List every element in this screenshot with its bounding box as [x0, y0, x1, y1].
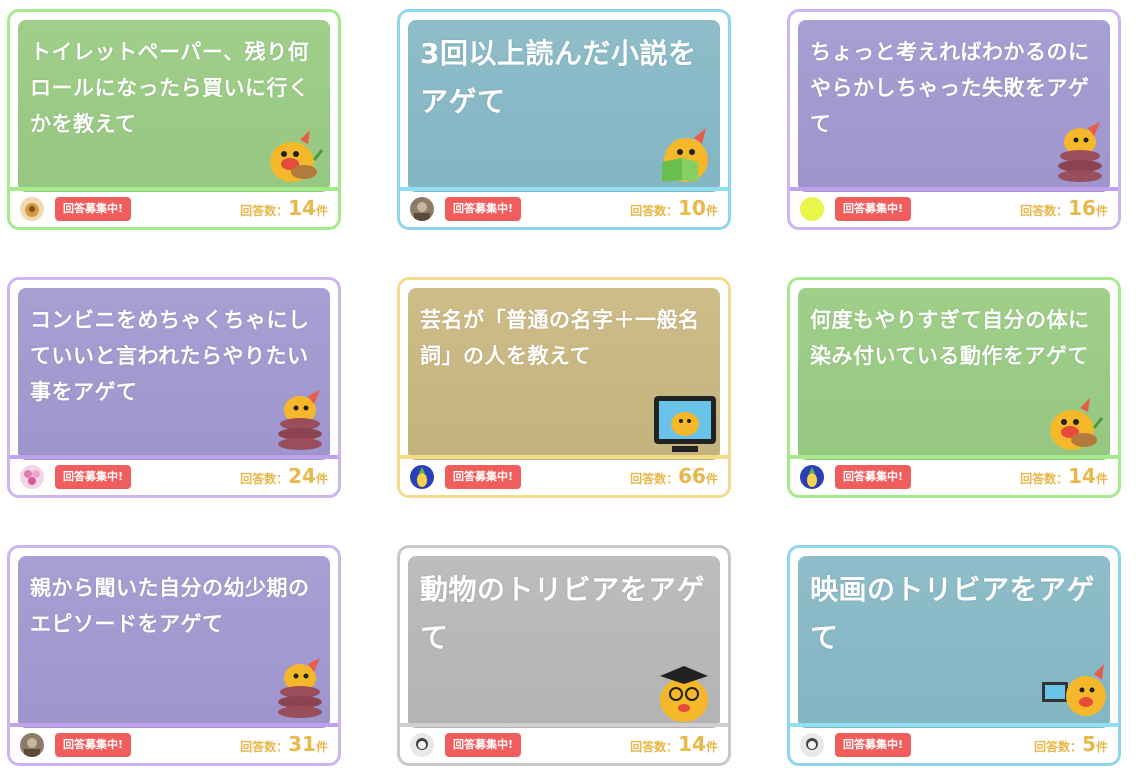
- card-footer: 回答募集中! 回答数：66件: [400, 455, 728, 495]
- mascot-reading-icon: [662, 128, 708, 182]
- user-avatar[interactable]: [20, 197, 44, 221]
- answer-count: 回答数：14件: [240, 196, 328, 220]
- answer-count: 回答数：66件: [630, 464, 718, 488]
- user-avatar[interactable]: [410, 733, 434, 757]
- topic-card[interactable]: 動物のトリビアをアゲて 回答募集中! 回答数：14件: [397, 545, 731, 766]
- recruiting-badge: 回答募集中!: [55, 197, 132, 221]
- user-avatar[interactable]: [20, 465, 44, 489]
- user-avatar[interactable]: [20, 733, 44, 757]
- card-title-panel: 映画のトリビアをアゲて: [798, 556, 1110, 728]
- card-title-panel: 何度もやりすぎて自分の体に染み付いている動作をアゲて: [798, 288, 1110, 460]
- card-footer: 回答募集中! 回答数：5件: [790, 723, 1118, 763]
- card-title: 親から聞いた自分の幼少期のエピソードをアゲて: [30, 576, 310, 636]
- topic-card[interactable]: トイレットペーパー、残り何ロールになったら買いに行くかを教えて 回答募集中! 回…: [7, 9, 341, 230]
- recruiting-badge: 回答募集中!: [445, 733, 522, 757]
- topic-card[interactable]: 何度もやりすぎて自分の体に染み付いている動作をアゲて 回答募集中! 回答数：14…: [787, 277, 1121, 498]
- topic-card[interactable]: 親から聞いた自分の幼少期のエピソードをアゲて 回答募集中! 回答数：31件: [7, 545, 341, 766]
- topic-card[interactable]: コンビニをめちゃくちゃにしていいと言われたらやりたい事をアゲて 回答募集中! 回…: [7, 277, 341, 498]
- recruiting-badge: 回答募集中!: [445, 465, 522, 489]
- user-avatar[interactable]: [800, 733, 824, 757]
- card-footer: 回答募集中! 回答数：10件: [400, 187, 728, 227]
- recruiting-badge: 回答募集中!: [835, 733, 912, 757]
- mascot-tied-icon: [278, 658, 322, 718]
- mascot-tied-icon: [1058, 122, 1102, 182]
- card-title: 動物のトリビアをアゲて: [420, 573, 706, 654]
- recruiting-badge: 回答募集中!: [835, 197, 912, 221]
- answer-count: 回答数：24件: [240, 464, 328, 488]
- mascot-tied-icon: [278, 390, 322, 450]
- card-footer: 回答募集中! 回答数：14件: [400, 723, 728, 763]
- user-avatar[interactable]: [410, 197, 434, 221]
- card-footer: 回答募集中! 回答数：14件: [10, 187, 338, 227]
- recruiting-badge: 回答募集中!: [55, 465, 132, 489]
- card-title-panel: ちょっと考えればわかるのにやらかしちゃった失敗をアゲて: [798, 20, 1110, 192]
- card-title-panel: 3回以上読んだ小説をアゲて: [408, 20, 720, 192]
- card-title-panel: トイレットペーパー、残り何ロールになったら買いに行くかを教えて: [18, 20, 330, 192]
- card-footer: 回答募集中! 回答数：24件: [10, 455, 338, 495]
- topic-card[interactable]: 芸名が「普通の名字＋一般名詞」の人を教えて 回答募集中! 回答数：66件: [397, 277, 731, 498]
- card-footer: 回答募集中! 回答数：16件: [790, 187, 1118, 227]
- card-footer: 回答募集中! 回答数：14件: [790, 455, 1118, 495]
- topic-card[interactable]: ちょっと考えればわかるのにやらかしちゃった失敗をアゲて 回答募集中! 回答数：1…: [787, 9, 1121, 230]
- user-avatar[interactable]: [410, 465, 434, 489]
- topic-card[interactable]: 3回以上読んだ小説をアゲて 回答募集中! 回答数：10件: [397, 9, 731, 230]
- card-title: 何度もやりすぎて自分の体に染み付いている動作をアゲて: [810, 308, 1090, 368]
- recruiting-badge: 回答募集中!: [445, 197, 522, 221]
- answer-count: 回答数：14件: [1020, 464, 1108, 488]
- card-title-panel: コンビニをめちゃくちゃにしていいと言われたらやりたい事をアゲて: [18, 288, 330, 460]
- card-title-panel: 芸名が「普通の名字＋一般名詞」の人を教えて: [408, 288, 720, 460]
- answer-count: 回答数：5件: [1034, 732, 1108, 756]
- mascot-computer-icon: [1042, 664, 1106, 716]
- answer-count: 回答数：16件: [1020, 196, 1108, 220]
- answer-count: 回答数：31件: [240, 732, 328, 756]
- card-title: 芸名が「普通の名字＋一般名詞」の人を教えて: [420, 308, 700, 368]
- mascot-tv-icon: [654, 396, 716, 452]
- recruiting-badge: 回答募集中!: [55, 733, 132, 757]
- card-title-panel: 親から聞いた自分の幼少期のエピソードをアゲて: [18, 556, 330, 728]
- user-avatar[interactable]: [800, 197, 824, 221]
- recruiting-badge: 回答募集中!: [835, 465, 912, 489]
- answer-count: 回答数：10件: [630, 196, 718, 220]
- topic-card[interactable]: 映画のトリビアをアゲて 回答募集中! 回答数：5件: [787, 545, 1121, 766]
- card-footer: 回答募集中! 回答数：31件: [10, 723, 338, 763]
- card-title: 映画のトリビアをアゲて: [810, 573, 1096, 654]
- card-title: 3回以上読んだ小説をアゲて: [420, 37, 697, 118]
- mascot-eating-icon: [1050, 398, 1104, 450]
- user-avatar[interactable]: [800, 465, 824, 489]
- card-title-panel: 動物のトリビアをアゲて: [408, 556, 720, 728]
- mascot-eating-icon: [270, 130, 324, 182]
- answer-count: 回答数：14件: [630, 732, 718, 756]
- mascot-graduate-icon: [660, 666, 708, 722]
